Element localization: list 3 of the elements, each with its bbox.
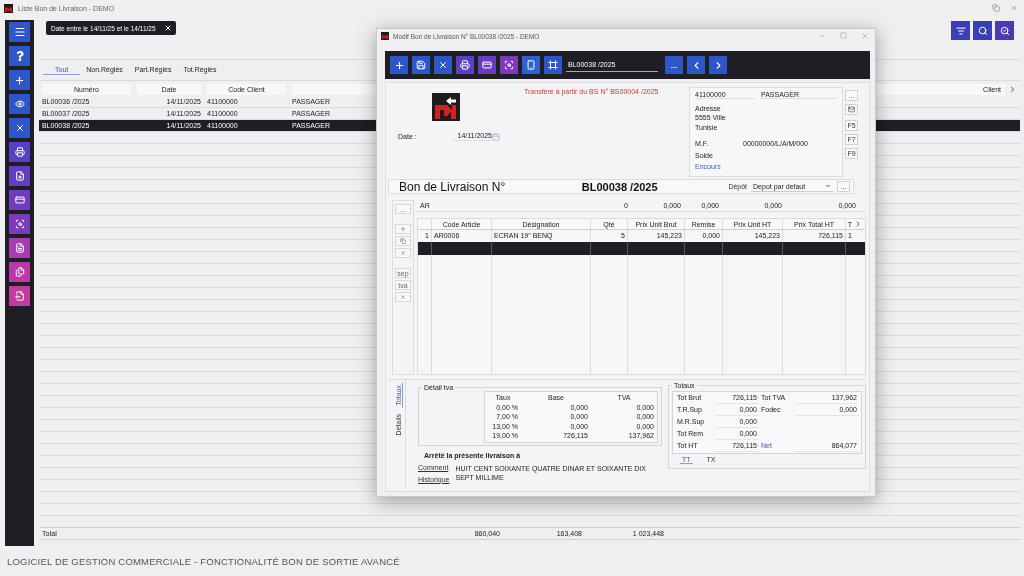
document-number: BL00038 /2025: [581, 180, 659, 193]
status-text: LOGICIEL DE GESTION COMMERCIALE - FONCTIONALITÉ BON DE SORTIE AVANCÉ: [7, 555, 400, 567]
document-title: Bon de Livraison N°: [399, 179, 507, 194]
